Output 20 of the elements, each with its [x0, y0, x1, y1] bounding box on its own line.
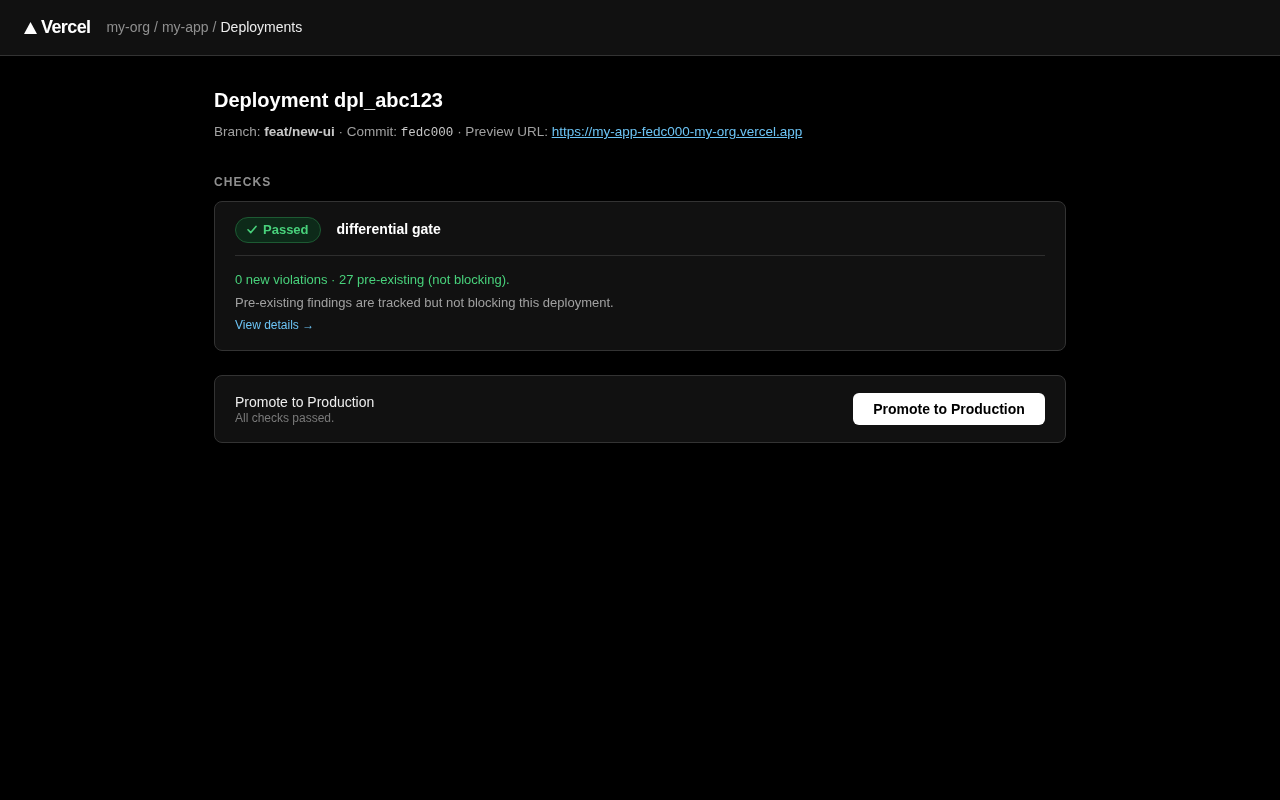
page-title: Deployment dpl_abc123: [214, 88, 444, 113]
view-details-link[interactable]: View details →: [235, 317, 315, 332]
deployment-meta: Branch: feat/new-ui · Commit: fedc000 · Preview URL: https://my-app-fedc000-my-org.vercel.app: [214, 123, 804, 142]
breadcrumb-link[interactable]: my-app: [161, 17, 209, 38]
promote-subtitle: All checks passed.: [235, 410, 336, 426]
logo-text: Vercel: [41, 16, 91, 39]
triangle-logo-icon: [24, 21, 37, 34]
breadcrumb-separator: /: [212, 18, 217, 37]
preview-url-link[interactable]: https://my-app-fedc000-my-org.vercel.app: [551, 124, 803, 139]
breadcrumb-separator: /: [154, 18, 158, 37]
status-badge: Passed: [235, 216, 321, 243]
check-note: Pre-existing findings are tracked but not blocking this deployment.: [235, 293, 615, 311]
check-name: differential gate: [336, 221, 441, 239]
section-heading: CHECKS: [214, 173, 273, 191]
breadcrumb-current: Deployments: [220, 18, 303, 37]
promote-button[interactable]: Promote to Production: [853, 393, 1045, 426]
check-icon: [247, 225, 257, 235]
promote-title: Promote to Production: [235, 392, 375, 411]
breadcrumb-link[interactable]: my-org: [106, 17, 150, 38]
check-summary: 0 new violations · 27 pre-existing (not blocking).: [235, 270, 511, 288]
